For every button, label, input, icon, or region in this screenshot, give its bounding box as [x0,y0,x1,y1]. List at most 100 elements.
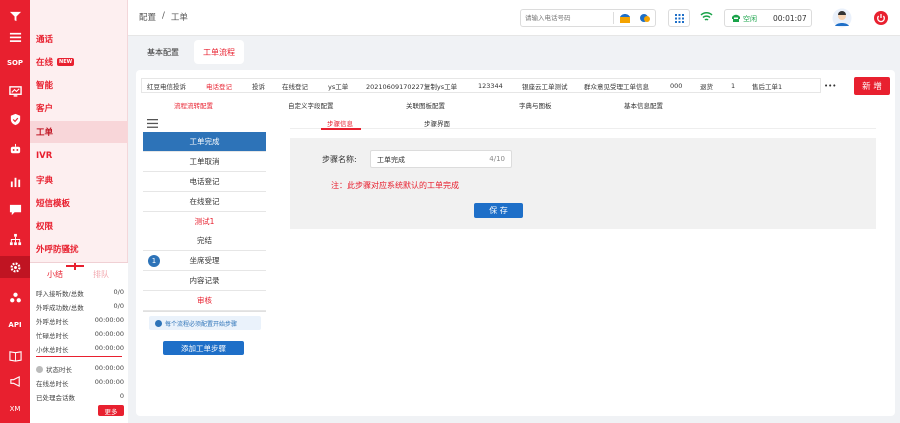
bar-chart-icon[interactable] [0,170,30,192]
robot-icon[interactable] [0,138,30,160]
book-icon[interactable] [0,344,30,366]
agent-status-box[interactable]: 空闲 00:01:07 [724,9,812,27]
top-bar: 配置 / 工单 空闲 00:01:07 [128,0,900,36]
menu-item-dictionary[interactable]: 字典 [30,169,128,191]
stat-label: 在线总时长 [36,380,69,388]
subtab-dict-board[interactable]: 字典与图板 [519,97,552,112]
tab-basic-config[interactable]: 基本配置 [138,42,188,62]
stat-label: 呼入接听数/总数 [36,290,84,298]
power-icon[interactable] [874,11,888,25]
menu-item-ticket[interactable]: 工单 [30,121,128,143]
chart-monitor-icon[interactable] [0,80,30,102]
menu-label: 智能 [36,81,54,91]
add-new-button[interactable]: 新 增 [854,77,890,95]
ticket-tab[interactable]: 红豆电信投诉 [147,78,186,93]
step-item[interactable]: 电话登记 [143,172,266,192]
divider [36,356,122,357]
stat-row: 外呼成功数/总数 0/0 [36,302,124,312]
step-name-field[interactable]: 工单完成 4/10 [370,150,512,168]
org-icon[interactable] [0,228,30,250]
ticket-tab[interactable]: 退货 [700,78,713,93]
menu-label: 客户 [36,104,54,114]
chat-icon[interactable] [0,198,30,220]
char-count: 4/10 [489,155,505,163]
subtab-basic-info[interactable]: 基本信息配置 [624,97,663,112]
gear-icon[interactable] [0,256,30,278]
step-item[interactable]: 测试1 [143,212,266,232]
stat-label: 外呼成功数/总数 [36,304,84,312]
stat-value: 00:00:00 [94,330,124,338]
xm-icon[interactable]: XM [0,398,30,420]
step-item[interactable]: 完结 [143,231,266,251]
menu-item-customer[interactable]: 客户 [30,97,128,119]
stat-row: 忙碌总时长 00:00:00 [36,330,124,340]
step-item[interactable]: 内容记录 [143,271,266,291]
menu-item-calls[interactable]: 通话 [30,28,128,50]
ticket-tab-active[interactable]: 电话登记 [206,78,232,93]
step-item-active[interactable]: 工单完成 [143,132,266,152]
tab-step-ui[interactable]: 步骤界面 [424,115,450,130]
side-menu: 通话 在线 NEW 智能 客户 工单 IVR 字典 短信模板 权限 外呼防骚扰 小… [30,0,128,423]
ticket-tab[interactable]: 000 [670,78,682,93]
chat-bubble-icon[interactable] [639,13,651,24]
ticket-tab[interactable]: 售后工单1 [752,78,782,93]
stat-value: 0 [119,392,124,400]
apps-button[interactable] [668,9,690,27]
ticket-tab[interactable]: 在线登记 [282,78,308,93]
users-icon[interactable] [0,286,30,308]
ticket-tab[interactable]: 20210609170227复制ys工单 [366,78,457,93]
menu-item-online[interactable]: 在线 NEW [30,51,128,73]
tab-queue[interactable]: 排队 [80,263,122,285]
more-button[interactable]: 更多 [98,405,124,416]
divider [613,12,614,24]
tab-ticket-flow[interactable]: 工单流程 [194,40,244,64]
subtab-custom-fields[interactable]: 自定义字段配置 [288,97,334,112]
breadcrumb: 配置 / 工单 [139,11,188,23]
stat-value: 00:00:00 [94,316,124,324]
stat-value: 00:00:00 [94,378,124,386]
stat-label: 状态时长 [46,366,72,374]
phone-input[interactable] [525,12,607,24]
step-item[interactable]: 审核 [143,291,266,311]
megaphone-icon[interactable] [0,370,30,392]
stat-label: 外呼总时长 [36,318,69,326]
menu-item-ivr[interactable]: IVR [30,145,128,167]
more-tabs-button[interactable]: ••• [824,82,836,90]
ticket-tab[interactable]: ys工单 [328,78,348,93]
stat-row: 外呼总时长 00:00:00 [36,316,124,326]
step-detail-tabs [290,117,876,129]
shield-icon[interactable] [0,108,30,130]
step-item[interactable]: 工单取消 [143,152,266,172]
stat-value: 00:00:00 [94,344,124,352]
menu-toggle-icon[interactable] [147,119,158,128]
menu-icon[interactable] [0,26,30,48]
add-step-button[interactable]: 添加工单步骤 [163,341,244,355]
menu-item-sms-template[interactable]: 短信模板 [30,192,128,214]
ticket-tab[interactable]: 银座云工单测试 [522,78,568,93]
status-text: 空闲 [743,15,757,23]
start-step-badge: 1 [148,255,160,267]
ticket-tab[interactable]: 群众意见受理工单信息 [584,78,649,93]
subtab-related-board[interactable]: 关联图板配置 [406,97,445,112]
funnel-icon[interactable] [0,8,30,24]
menu-label: 字典 [36,176,54,186]
subtab-flow-config[interactable]: 流程流转配置 [174,97,213,112]
menu-item-anti-harass[interactable]: 外呼防骚扰 [30,238,128,260]
avatar[interactable] [832,8,852,28]
step-name-value: 工单完成 [377,156,405,164]
icon-rail: SOP API XM [0,0,30,423]
ticket-tab[interactable]: 投诉 [252,78,265,93]
ticket-tab[interactable]: 1 [731,78,735,93]
menu-label: IVR [36,151,53,161]
save-button[interactable]: 保 存 [474,203,523,218]
menu-item-smart[interactable]: 智能 [30,74,128,96]
step-item-start[interactable]: 坐席受理 [143,251,266,271]
menu-item-permission[interactable]: 权限 [30,215,128,237]
ticket-tab[interactable]: 123344 [478,78,503,93]
breadcrumb-config[interactable]: 配置 [139,11,156,23]
dial-icon[interactable] [619,13,631,24]
sop-icon[interactable]: SOP [0,52,30,74]
api-icon[interactable]: API [0,314,30,336]
step-item[interactable]: 在线登记 [143,192,266,212]
wifi-icon [700,12,713,21]
